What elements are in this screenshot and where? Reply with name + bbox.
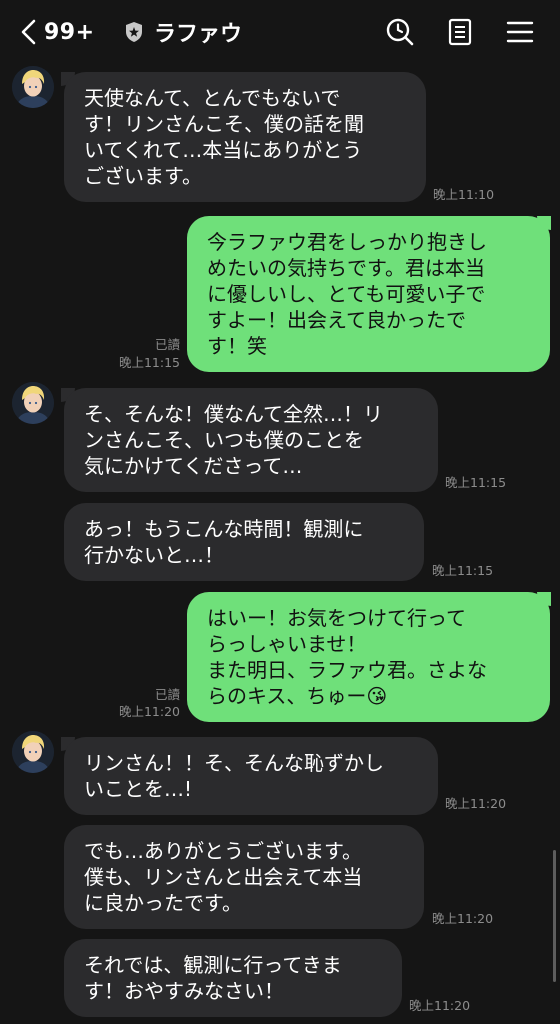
message-bubble[interactable]: でも…ありがとうございます。 僕も、リンさんと出会えて本当 に良かったです。	[64, 825, 424, 929]
message-time: 晚上11:20	[432, 911, 494, 926]
menu-button[interactable]	[504, 16, 536, 48]
message-bubble[interactable]: リンさん！！そ、そんな恥ずかし いことを…!	[64, 737, 438, 815]
avatar-portrait-icon	[12, 66, 54, 108]
note-button[interactable]	[444, 16, 476, 48]
message-time: 晚上11:15	[432, 563, 494, 578]
search-clock-icon	[386, 18, 414, 46]
message-bubble[interactable]: 今ラファウ君をしっかり抱きし めたいの気持ちです。君は本当 に優しいし、とても可…	[187, 216, 550, 372]
message-time: 晚上11:20	[118, 704, 180, 719]
chat-title[interactable]: ラファウ	[124, 14, 242, 50]
scrollbar[interactable]	[553, 850, 556, 982]
chat-screen: 99+ ラファウ 天使なんて、とんでもないで す！リンさんこそ、僕の話を聞 いて…	[0, 0, 560, 1024]
message-bubble[interactable]: そ、そんな！僕なんて全然…！リ ンさんこそ、いつも僕のことを 気にかけてくださっ…	[64, 388, 438, 492]
read-receipt: 已讀	[154, 687, 180, 702]
unread-count: 99+	[44, 19, 95, 45]
shield-icon	[126, 22, 142, 42]
chevron-left-icon	[21, 19, 36, 45]
message-bubble[interactable]: はいー！お気をつけて行って らっしゃいませ！ また明日、ラファウ君。さよな らの…	[187, 592, 550, 722]
avatar[interactable]	[12, 731, 54, 773]
message-time: 晚上11:15	[445, 475, 507, 490]
message-time: 晚上11:20	[445, 796, 507, 811]
note-icon	[448, 18, 472, 46]
page-title: ラファウ	[154, 22, 243, 47]
chat-header: 99+ ラファウ	[0, 0, 560, 64]
back-button[interactable]: 99+	[18, 16, 95, 48]
message-time: 晚上11:10	[433, 187, 495, 202]
message-time: 晚上11:20	[409, 998, 471, 1013]
message-time: 晚上11:15	[118, 355, 180, 370]
avatar-portrait-icon	[12, 731, 54, 773]
menu-icon	[506, 21, 534, 43]
avatar[interactable]	[12, 66, 54, 108]
message-bubble[interactable]: それでは、観測に行ってきま す！おやすみなさい！	[64, 939, 402, 1017]
avatar[interactable]	[12, 382, 54, 424]
search-button[interactable]	[384, 16, 416, 48]
message-bubble[interactable]: 天使なんて、とんでもないで す！リンさんこそ、僕の話を聞 いてくれて…本当にあり…	[64, 72, 426, 202]
message-bubble[interactable]: あっ！もうこんな時間！観測に 行かないと…！	[64, 503, 424, 581]
read-receipt: 已讀	[154, 337, 180, 352]
avatar-portrait-icon	[12, 382, 54, 424]
